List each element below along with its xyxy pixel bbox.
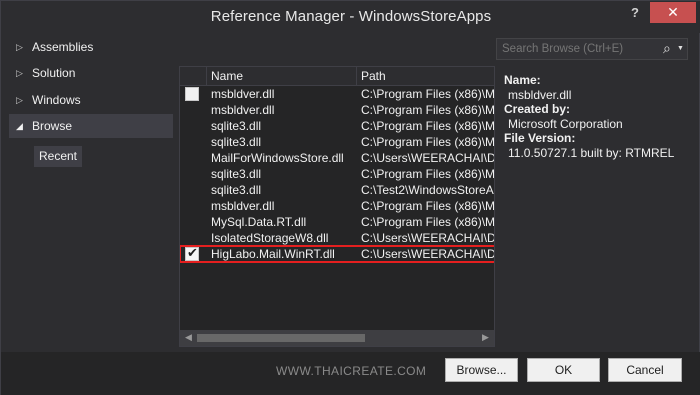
expand-arrow-icon: ▷ (16, 42, 23, 52)
nav-item-solution[interactable]: ▷ Solution (9, 61, 173, 85)
horizontal-scrollbar[interactable]: ◀ ▶ (180, 330, 494, 346)
ok-button[interactable]: OK (527, 358, 600, 382)
detail-created-label: Created by: (504, 102, 571, 116)
nav-item-windows[interactable]: ▷ Windows (9, 88, 173, 112)
row-name: msbldver.dll (211, 103, 275, 117)
table-row[interactable]: sqlite3.dll C:\Program Files (x86)\Mi (180, 134, 495, 150)
cancel-button[interactable]: Cancel (608, 358, 682, 382)
detail-version-value: 11.0.50727.1 built by: RTMREL (508, 145, 675, 160)
row-path: C:\Program Files (x86)\Mi (361, 103, 495, 117)
row-name: MySql.Data.RT.dll (211, 215, 307, 229)
watermark: WWW.THAICREATE.COM (276, 364, 427, 378)
row-path: C:\Users\WEERACHAI\Do (361, 231, 495, 245)
detail-version-label: File Version: (504, 131, 576, 145)
row-name: msbldver.dll (211, 87, 275, 101)
detail-created-value: Microsoft Corporation (508, 116, 623, 131)
row-path: C:\Program Files (x86)\Mi (361, 119, 495, 133)
reference-manager-dialog: Reference Manager - WindowsStoreApps ? ✕… (0, 0, 700, 395)
table-row[interactable]: msbldver.dll C:\Program Files (x86)\Mi (180, 102, 495, 118)
row-name: sqlite3.dll (211, 119, 262, 133)
include-checkbox[interactable]: ✔ (185, 245, 199, 261)
nav-item-label: Solution (32, 66, 76, 80)
column-header-name[interactable]: Name (207, 67, 357, 86)
window-title: Reference Manager - WindowsStoreApps (210, 8, 492, 25)
search-input[interactable] (497, 39, 657, 59)
table-row[interactable]: IsolatedStorageW8.dll C:\Users\WEERACHAI\… (180, 230, 495, 246)
close-button[interactable]: ✕ (650, 2, 696, 23)
nav-item-browse[interactable]: ◢ Browse (9, 114, 173, 138)
row-name: sqlite3.dll (211, 167, 262, 181)
row-path: C:\Users\WEERACHAI\Do (361, 247, 495, 261)
row-name: msbldver.dll (211, 199, 275, 213)
scroll-right-icon[interactable]: ▶ (482, 332, 489, 343)
expand-arrow-icon: ▷ (16, 95, 23, 105)
search-box[interactable]: ⌕ ▼ (496, 38, 688, 60)
scrollbar-thumb[interactable] (197, 334, 365, 342)
table-row[interactable]: msbldver.dll C:\Program Files (x86)\Mi (180, 86, 495, 102)
row-name: MailForWindowsStore.dll (211, 151, 344, 165)
column-header-check (180, 67, 207, 86)
row-path: C:\Program Files (x86)\Mi (361, 199, 495, 213)
help-button[interactable]: ? (623, 3, 647, 23)
row-name: sqlite3.dll (211, 183, 262, 197)
left-nav: ▷ Assemblies ▷ Solution ▷ Windows ◢ Brow… (9, 35, 174, 345)
nav-item-assemblies[interactable]: ▷ Assemblies (9, 35, 173, 59)
grid-rows: msbldver.dll C:\Program Files (x86)\Mi msb… (180, 86, 495, 263)
close-icon: ✕ (667, 4, 679, 20)
collapse-arrow-icon: ◢ (16, 121, 23, 131)
nav-item-label: Browse (32, 119, 73, 133)
table-row[interactable]: MailForWindowsStore.dll C:\Users\WEERACHA… (180, 150, 495, 166)
title-bar: Reference Manager - WindowsStoreApps ? ✕ (1, 1, 700, 33)
table-row[interactable]: MySql.Data.RT.dll C:\Program Files (x86)\… (180, 214, 495, 230)
table-row[interactable]: sqlite3.dll C:\Program Files (x86)\Mi (180, 118, 495, 134)
include-checkbox[interactable] (185, 87, 199, 101)
row-path: C:\Test2\WindowsStoreA (361, 183, 494, 197)
table-row[interactable]: ✔ HigLabo.Mail.WinRT.dll C:\Users\WEERACHA… (180, 245, 495, 263)
row-path: C:\Program Files (x86)\Mi (361, 167, 495, 181)
details-panel: Name: msbldver.dll Created by: Microsoft… (504, 73, 694, 160)
detail-name-value: msbldver.dll (508, 87, 572, 102)
reference-grid: Name Path msbldver.dll C:\Program Files (… (179, 66, 495, 347)
search-icon[interactable]: ⌕ (663, 40, 671, 57)
nav-item-label: Assemblies (32, 40, 94, 54)
row-name: IsolatedStorageW8.dll (211, 231, 329, 245)
table-row[interactable]: sqlite3.dll C:\Test2\WindowsStoreA (180, 182, 494, 198)
table-row[interactable]: msbldver.dll C:\Program Files (x86)\Mi (180, 198, 495, 214)
search-dropdown-icon[interactable]: ▼ (677, 45, 684, 52)
table-row[interactable]: sqlite3.dll C:\Program Files (x86)\Mi (180, 166, 495, 182)
row-path: C:\Users\WEERACHAI\Do (361, 151, 495, 165)
detail-name-label: Name: (504, 73, 541, 87)
expand-arrow-icon: ▷ (16, 68, 23, 78)
nav-item-label: Windows (32, 93, 81, 107)
nav-item-recent[interactable]: Recent (34, 146, 82, 167)
grid-header: Name Path (180, 67, 494, 86)
checkmark-icon: ✔ (187, 245, 198, 260)
row-path: C:\Program Files (x86)\Mi (361, 135, 495, 149)
column-header-path[interactable]: Path (357, 67, 494, 86)
row-path: C:\Program Files (x86)\Mi (361, 87, 495, 101)
row-name: sqlite3.dll (211, 135, 262, 149)
row-name: HigLabo.Mail.WinRT.dll (211, 247, 335, 261)
browse-button[interactable]: Browse... (445, 358, 518, 382)
scroll-left-icon[interactable]: ◀ (185, 332, 192, 343)
row-path: C:\Program Files (x86)\My (361, 215, 495, 229)
